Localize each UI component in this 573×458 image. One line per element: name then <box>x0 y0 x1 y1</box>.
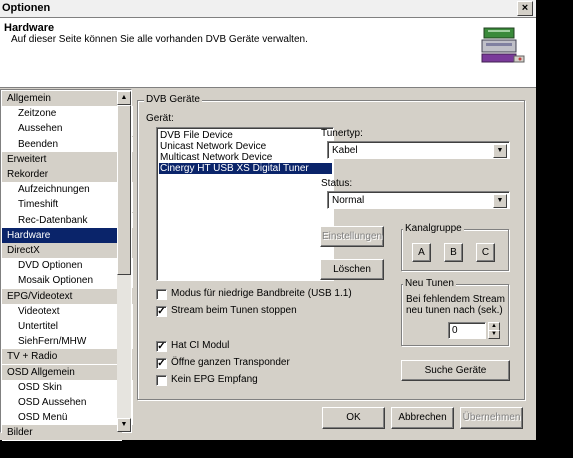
title-bar: Optionen × <box>0 0 536 18</box>
sidebar-item[interactable]: DVD Optionen <box>2 258 133 274</box>
ok-button[interactable]: OK <box>322 407 385 429</box>
sidebar-item[interactable]: Aufzeichnungen <box>2 182 133 198</box>
hardware-icon <box>481 27 525 63</box>
sidebar-item[interactable]: Bilder <box>2 425 122 442</box>
checkbox-label[interactable]: Hat CI Modul <box>171 340 229 351</box>
sidebar-scrollbar[interactable]: ▲ ▼ <box>117 91 131 432</box>
einstellungen-button[interactable]: Einstellungen <box>320 226 384 247</box>
sidebar-item[interactable]: TV + Radio <box>2 349 122 366</box>
suche-geraete-button[interactable]: Suche Geräte <box>401 360 510 381</box>
checkbox[interactable]: ✓ <box>156 358 167 369</box>
chevron-down-icon[interactable]: ▼ <box>493 194 507 208</box>
device-label: Gerät: <box>146 113 174 124</box>
neu-tunen-spinner[interactable]: ▲ ▼ <box>488 322 500 339</box>
sidebar-item[interactable]: Timeshift <box>2 197 133 213</box>
sidebar-item[interactable]: OSD Menü <box>2 410 133 426</box>
sidebar-item[interactable]: OSD Allgemein <box>2 364 122 381</box>
device-listbox[interactable]: DVB File Device Unicast Network Device Mul… <box>156 127 334 281</box>
dvb-devices-group: DVB Geräte Gerät: DVB File Device Unicast… <box>137 94 525 400</box>
checkbox[interactable] <box>156 289 167 300</box>
neu-tunen-value: 0 <box>452 325 458 336</box>
neu-tunen-text-2: neu tunen nach (sek.) <box>406 305 503 316</box>
options-dialog: Optionen × Hardware Auf dieser Seite kön… <box>0 0 536 442</box>
tunertyp-value: Kabel <box>332 145 358 156</box>
sidebar-item[interactable]: EPG/Videotext <box>2 288 122 305</box>
checkbox-label[interactable]: Öffne ganzen Transponder <box>171 357 290 368</box>
uebernehmen-button[interactable]: Übernehmen <box>460 407 523 429</box>
scroll-down-icon[interactable]: ▼ <box>117 418 131 432</box>
status-value: Normal <box>332 195 365 206</box>
page-header: Hardware Auf dieser Seite können Sie all… <box>0 18 536 88</box>
kanal-c-button[interactable]: C <box>476 243 495 262</box>
sidebar-item[interactable]: DirectX <box>2 243 122 259</box>
kanalgruppe-group: Kanalgruppe A B C <box>401 223 509 271</box>
abbrechen-button[interactable]: Abbrechen <box>391 407 454 429</box>
sidebar-item[interactable]: Untertitel <box>2 319 133 334</box>
device-list-item[interactable]: DVB File Device <box>159 130 332 141</box>
scroll-up-icon[interactable]: ▲ <box>117 91 131 105</box>
sidebar-item[interactable]: Allgemein <box>2 91 122 107</box>
neu-tunen-input[interactable]: 0 <box>448 322 486 339</box>
dvb-group-title: DVB Geräte <box>144 94 202 105</box>
status-label: Status: <box>321 178 353 189</box>
page-title: Hardware <box>4 22 55 34</box>
sidebar: Allgemein Zeitzone Aussehen Beenden Erweiter… <box>0 89 133 442</box>
tunertyp-select[interactable]: Kabel ▼ <box>327 141 510 159</box>
neu-tunen-text-1: Bei fehlendem Stream <box>406 294 505 305</box>
kanalgruppe-title: Kanalgruppe <box>403 223 464 234</box>
sidebar-item[interactable]: Aussehen <box>2 121 133 137</box>
device-list-item[interactable]: Unicast Network Device <box>159 141 332 152</box>
checkbox-label[interactable]: Modus für niedrige Bandbreite (USB 1.1) <box>171 288 352 299</box>
loeschen-button[interactable]: Löschen <box>320 259 384 280</box>
page-subtitle: Auf dieser Seite können Sie alle vorhand… <box>11 34 308 45</box>
kanal-b-button[interactable]: B <box>444 243 463 262</box>
device-list-item[interactable]: Cinergy HT USB XS Digital Tuner <box>159 163 332 174</box>
kanal-a-button[interactable]: A <box>412 243 431 262</box>
sidebar-item[interactable]: Beenden <box>2 136 133 152</box>
sidebar-item[interactable]: OSD Skin <box>2 379 133 395</box>
spin-down-icon[interactable]: ▼ <box>488 330 500 339</box>
sidebar-item[interactable]: Rec-Datenbank <box>2 212 133 228</box>
sidebar-item[interactable]: SiehFern/MHW <box>2 334 133 350</box>
scroll-thumb[interactable] <box>117 105 131 275</box>
sidebar-item[interactable]: Rekorder <box>2 167 122 183</box>
sidebar-item[interactable]: Hardware <box>2 227 122 244</box>
checkbox-label[interactable]: Kein EPG Empfang <box>171 374 258 385</box>
sidebar-item[interactable]: Zeitzone <box>2 106 133 122</box>
tunertyp-label: Tunertyp: <box>321 128 363 139</box>
checkbox[interactable]: ✓ <box>156 306 167 317</box>
checkbox[interactable] <box>156 375 167 386</box>
neu-tunen-group: Neu Tunen Bei fehlendem Stream neu tunen… <box>401 278 509 346</box>
sidebar-item[interactable]: Mosaik Optionen <box>2 273 133 289</box>
checkbox[interactable]: ✓ <box>156 341 167 352</box>
chevron-down-icon[interactable]: ▼ <box>493 144 507 158</box>
sidebar-item[interactable]: Erweitert <box>2 151 122 168</box>
sidebar-item[interactable]: Videotext <box>2 303 133 319</box>
neu-tunen-title: Neu Tunen <box>403 278 456 289</box>
device-list-item[interactable]: Multicast Network Device <box>159 152 332 163</box>
status-select[interactable]: Normal ▼ <box>327 191 510 209</box>
sidebar-item[interactable]: OSD Aussehen <box>2 395 133 410</box>
checkbox-label[interactable]: Stream beim Tunen stoppen <box>171 305 297 316</box>
window-title: Optionen <box>2 2 51 14</box>
close-button[interactable]: × <box>517 1 533 16</box>
